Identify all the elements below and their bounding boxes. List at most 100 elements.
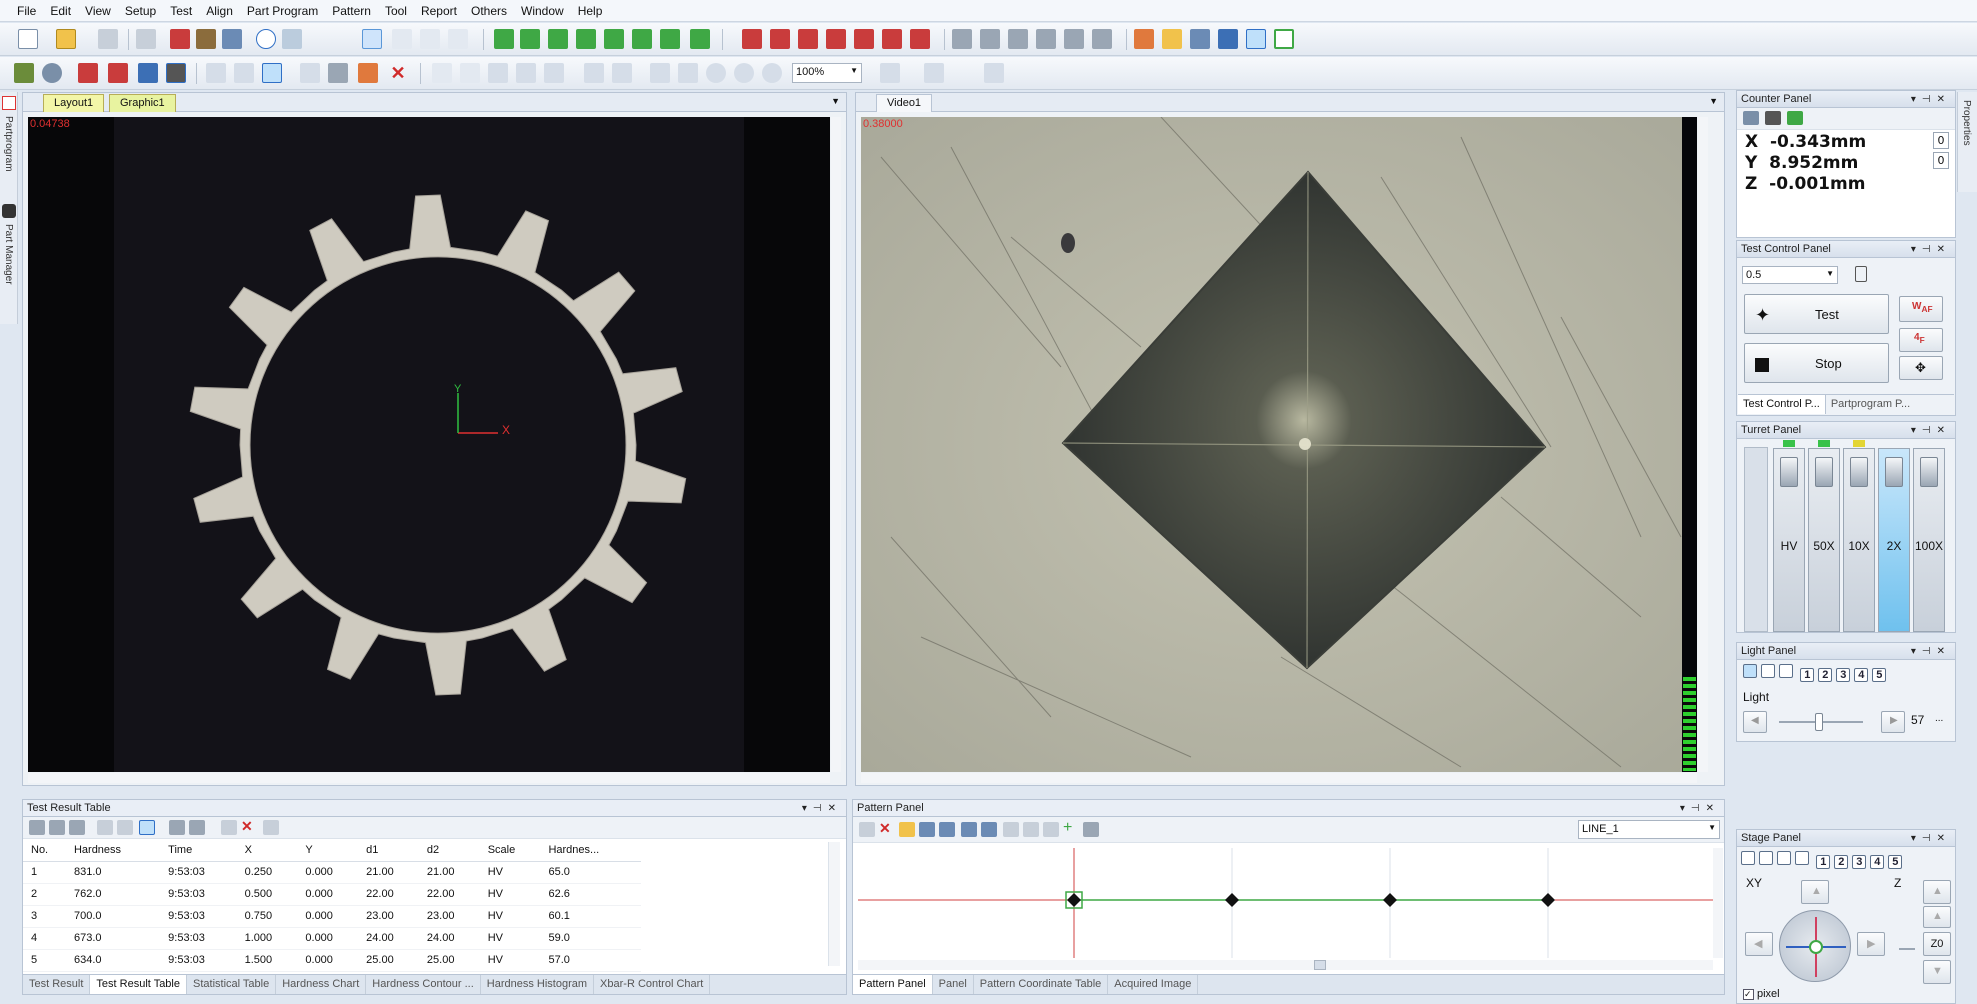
light-preset-1[interactable]: 1 [1800, 668, 1815, 682]
column-header[interactable]: Y [297, 839, 359, 862]
turret-slot-100x[interactable]: 100X [1913, 448, 1945, 632]
tab-video1[interactable]: Video1 [876, 94, 933, 112]
counter-print-icon[interactable] [1765, 111, 1781, 125]
layout-icon[interactable] [234, 63, 254, 83]
light-preset-2[interactable]: 2 [1818, 668, 1833, 682]
zoom-lens-icon[interactable] [42, 63, 62, 83]
stage-z-down-button[interactable]: ▼ [1923, 960, 1951, 984]
dim-parallel-icon[interactable] [1008, 29, 1028, 49]
test-button[interactable]: ✦ Test [1744, 294, 1889, 334]
undo-icon[interactable] [432, 63, 452, 83]
light-ring-icon[interactable] [1761, 664, 1775, 678]
column-header[interactable]: d2 [418, 839, 480, 862]
panel-controls-icon[interactable]: ▾⊣✕ [1680, 800, 1720, 817]
pattern-grid-icon[interactable] [961, 822, 977, 837]
robot-icon[interactable] [328, 63, 348, 83]
turret-slot-hv[interactable]: HV [1773, 440, 1805, 632]
measure-angle-icon[interactable] [520, 29, 540, 49]
result-export-icon[interactable] [169, 820, 185, 835]
stage-preset-3[interactable]: 3 [1852, 855, 1867, 869]
tab-layout1[interactable]: Layout1 [43, 94, 105, 112]
part-manager-dock-tab[interactable]: Part Manager [3, 224, 14, 285]
zoom-window-icon[interactable] [650, 63, 670, 83]
menu-test[interactable]: Test [163, 4, 199, 18]
pattern-move-icon[interactable] [1043, 822, 1059, 837]
stage-image-icon[interactable] [1777, 851, 1791, 865]
indentation-video-canvas[interactable]: 0.38000 [861, 117, 1697, 772]
pattern-add-icon[interactable]: + [1063, 820, 1079, 836]
measure-pattern-icon[interactable] [660, 29, 680, 49]
stage-z-up2-button[interactable]: ▲ [1923, 906, 1951, 928]
properties-dock-tab[interactable]: Properties [1961, 100, 1972, 146]
pattern-vscroll[interactable] [1713, 848, 1723, 958]
line2-tool-icon[interactable] [448, 29, 468, 49]
construct-point-icon[interactable] [742, 29, 762, 49]
column-header[interactable]: Hardnes... [540, 839, 641, 862]
stage-z-up-button[interactable]: ▲ [1923, 880, 1951, 904]
pattern-copy-icon[interactable] [1003, 822, 1019, 837]
test-load-select[interactable]: 0.5 ▼ [1742, 266, 1838, 284]
zoom-all-icon[interactable] [678, 63, 698, 83]
dim-vertical-icon[interactable] [980, 29, 1000, 49]
stage-z0-button[interactable]: Z0 [1923, 932, 1951, 956]
bottom-tab[interactable]: Hardness Chart [276, 975, 367, 994]
hatch-icon[interactable] [166, 63, 186, 83]
pattern-new-icon[interactable] [859, 822, 875, 837]
menu-window[interactable]: Window [514, 4, 571, 18]
tool-copy-icon[interactable] [222, 29, 242, 49]
video-tab-menu-chevron-icon[interactable]: ▼ [1709, 96, 1718, 106]
export-icon[interactable] [1190, 29, 1210, 49]
menu-report[interactable]: Report [414, 4, 464, 18]
line-tool-icon[interactable] [420, 29, 440, 49]
fit-icon[interactable] [584, 63, 604, 83]
copy-icon[interactable] [488, 63, 508, 83]
turret-slot-10x[interactable]: 10X [1843, 440, 1875, 632]
menu-tool[interactable]: Tool [378, 4, 414, 18]
page-icon[interactable] [612, 63, 632, 83]
select-point-icon[interactable] [362, 29, 382, 49]
pattern-open-icon[interactable] [899, 822, 915, 837]
column-header[interactable]: Time [160, 839, 237, 862]
construct-corner-icon[interactable] [798, 29, 818, 49]
zoom-reset-icon[interactable] [762, 63, 782, 83]
lock-icon[interactable] [1855, 266, 1867, 282]
pattern-bottom-tab[interactable]: Pattern Coordinate Table [974, 975, 1109, 994]
bottom-tab[interactable]: Xbar-R Control Chart [594, 975, 711, 994]
view-options-icon[interactable] [880, 63, 900, 83]
stage-home-icon[interactable] [1741, 851, 1755, 865]
paste-icon[interactable] [516, 63, 536, 83]
turret-slot-50x[interactable]: 50X [1808, 440, 1840, 632]
open-report-icon[interactable] [1162, 29, 1182, 49]
camera-icon[interactable] [14, 63, 34, 83]
result-prev-icon[interactable] [97, 820, 113, 835]
chart-icon[interactable] [1218, 29, 1238, 49]
tool-settings-icon[interactable] [170, 29, 190, 49]
menu-pattern[interactable]: Pattern [325, 4, 378, 18]
delete-x-icon[interactable]: ✕ [388, 63, 408, 83]
menu-part-program[interactable]: Part Program [240, 4, 325, 18]
construct-line-icon[interactable] [770, 29, 790, 49]
zoom-out-icon[interactable] [734, 63, 754, 83]
panel-controls-icon[interactable]: ▾⊣✕ [1911, 422, 1951, 439]
light-decrease-button[interactable]: ◀ [1743, 711, 1767, 733]
column-header[interactable]: Hardness [65, 839, 161, 862]
bottom-tab[interactable]: Statistical Table [187, 975, 277, 994]
print-icon[interactable] [136, 29, 156, 49]
pattern-save-icon[interactable] [919, 822, 935, 837]
graphic-vscroll[interactable] [831, 117, 841, 772]
pattern-canvas[interactable] [858, 848, 1713, 958]
stage-preset-1[interactable]: 1 [1816, 855, 1831, 869]
menu-view[interactable]: View [78, 4, 118, 18]
measure-angle2-icon[interactable] [548, 29, 568, 49]
pattern-delete-icon[interactable]: ✕ [879, 820, 895, 836]
panel-controls-icon[interactable]: ▾⊣✕ [1911, 241, 1951, 258]
result-copy-icon[interactable] [49, 820, 65, 835]
open-folder-icon[interactable] [56, 29, 76, 49]
stage-up-button[interactable]: ▲ [1801, 880, 1829, 904]
pattern-line-icon[interactable] [981, 822, 997, 837]
pattern-bottom-tab[interactable]: Panel [933, 975, 974, 994]
measure-arc2-icon[interactable] [604, 29, 624, 49]
pattern-paste-icon[interactable] [1023, 822, 1039, 837]
table-icon[interactable] [300, 63, 320, 83]
light-slider-knob[interactable] [1815, 713, 1823, 731]
